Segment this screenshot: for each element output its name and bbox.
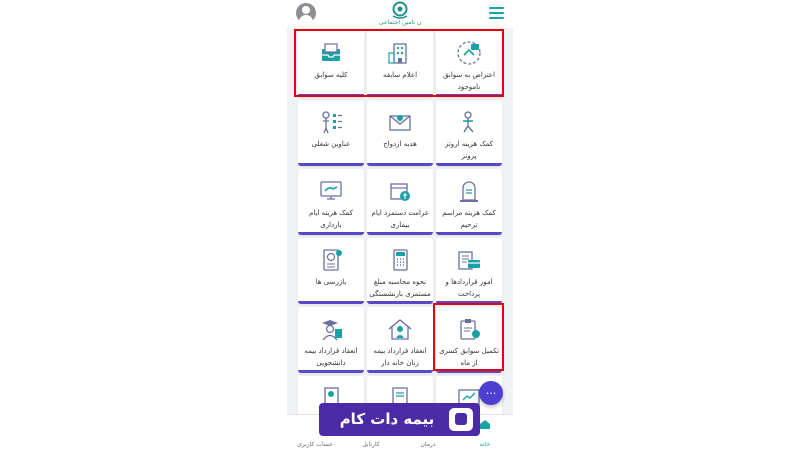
objection-icon: [457, 41, 481, 65]
tile-pension-calculation[interactable]: نحوه محاسبه مبلغ مستمری بازنشستگی: [367, 238, 433, 304]
monitor-hand-icon: [320, 181, 342, 200]
tile-label: کمک هزینه ایام بارداری: [309, 209, 353, 229]
more-options-button[interactable]: ...: [479, 381, 503, 405]
tombstone-icon: [460, 181, 478, 202]
tile-job-titles[interactable]: عناوین شغلی: [298, 100, 364, 166]
tile-label: عناوین شغلی: [311, 140, 351, 148]
nav-label: خانه: [479, 441, 491, 448]
watermark-text: بیمه دات کام: [339, 410, 435, 428]
envelope-icon: [389, 115, 411, 131]
tile-sick-leave-wage[interactable]: غرامت دستمزد ایام بیماری: [367, 169, 433, 235]
user-avatar-icon[interactable]: [296, 3, 316, 23]
tile-funeral-allowance[interactable]: کمک هزینه مراسم ترحیم: [436, 169, 502, 235]
tamin-logo: سازمان تامین اجتماعی: [379, 1, 421, 27]
tile-objection-records[interactable]: اعتراض به سوابق ناموجود: [436, 31, 502, 97]
tile-label: کلیه سوابق: [314, 71, 348, 79]
student-icon: [322, 320, 342, 341]
tile-student-insurance[interactable]: انعقاد قرارداد بیمه دانشجویی: [298, 307, 364, 373]
nav-label: کارتابل: [362, 441, 380, 448]
prosthesis-icon: [463, 111, 474, 133]
building-icon: [388, 43, 407, 64]
top-bar: سازمان تامین اجتماعی: [287, 0, 513, 28]
house-woman-icon: [388, 319, 412, 340]
phone-screen: سازمان تامین اجتماعی اعتراض به سوابق نام…: [287, 0, 513, 450]
tile-label: اعلام سابقه: [382, 71, 418, 79]
tile-label: انعقاد قرارداد بیمه زنان خانه دار: [373, 347, 427, 367]
tile-label: هدیه ازدواج: [383, 140, 417, 148]
calendar-wage-icon: [390, 183, 410, 201]
tile-prosthesis-allowance[interactable]: کمک هزینه اروتز پروتز: [436, 100, 502, 166]
tile-marriage-gift[interactable]: هدیه ازدواج: [367, 100, 433, 166]
tile-label: بازرسی ها: [315, 278, 347, 286]
tile-housewife-insurance[interactable]: انعقاد قرارداد بیمه زنان خانه دار: [367, 307, 433, 373]
tile-contracts-payments[interactable]: امور قراردادها و پرداخت: [436, 238, 502, 304]
bimeh-dotcom-watermark: بیمه دات کام: [319, 403, 480, 436]
watermark-logo-icon: [449, 408, 473, 431]
tile-label: امور قراردادها و پرداخت: [445, 278, 493, 298]
tile-label: اعتراض به سوابق ناموجود: [443, 71, 495, 91]
logo-caption: سازمان تامین اجتماعی: [379, 19, 421, 26]
archive-tray-icon: [322, 43, 340, 61]
tamin-emblem-icon: [392, 1, 408, 19]
tile-all-records[interactable]: کلیه سوابق: [298, 31, 364, 97]
nav-label: حساب کاربری: [297, 441, 333, 448]
nav-label: درمان: [420, 441, 436, 448]
tile-inspections[interactable]: بازرسی ها: [298, 238, 364, 304]
tile-label: غرامت دستمزد ایام بیماری: [371, 209, 429, 229]
clipboard-user-icon: [460, 319, 480, 340]
tile-pregnancy-allowance[interactable]: کمک هزینه ایام بارداری: [298, 169, 364, 235]
hamburger-menu-icon[interactable]: [489, 7, 504, 21]
tile-label: کمک هزینه مراسم ترحیم: [442, 209, 496, 229]
passport-icon: [323, 249, 342, 271]
calculator-icon: [393, 249, 408, 271]
contract-card-icon: [458, 251, 480, 270]
tile-label: کمک هزینه اروتز پروتز: [445, 140, 493, 160]
worker-checklist-icon: [322, 111, 342, 134]
tile-complete-partial-month[interactable]: تکمیل سوابق کسری از ماه: [436, 307, 502, 373]
tile-label: تکمیل سوابق کسری از ماه: [439, 347, 499, 367]
tile-label: نحوه محاسبه مبلغ مستمری بازنشستگی: [369, 278, 431, 298]
home-icon: [480, 420, 490, 429]
tile-declare-record[interactable]: اعلام سابقه: [367, 31, 433, 97]
services-grid: اعتراض به سوابق ناموجود اعلام سابقه کلیه…: [287, 28, 513, 416]
tile-label: انعقاد قرارداد بیمه دانشجویی: [304, 347, 358, 367]
